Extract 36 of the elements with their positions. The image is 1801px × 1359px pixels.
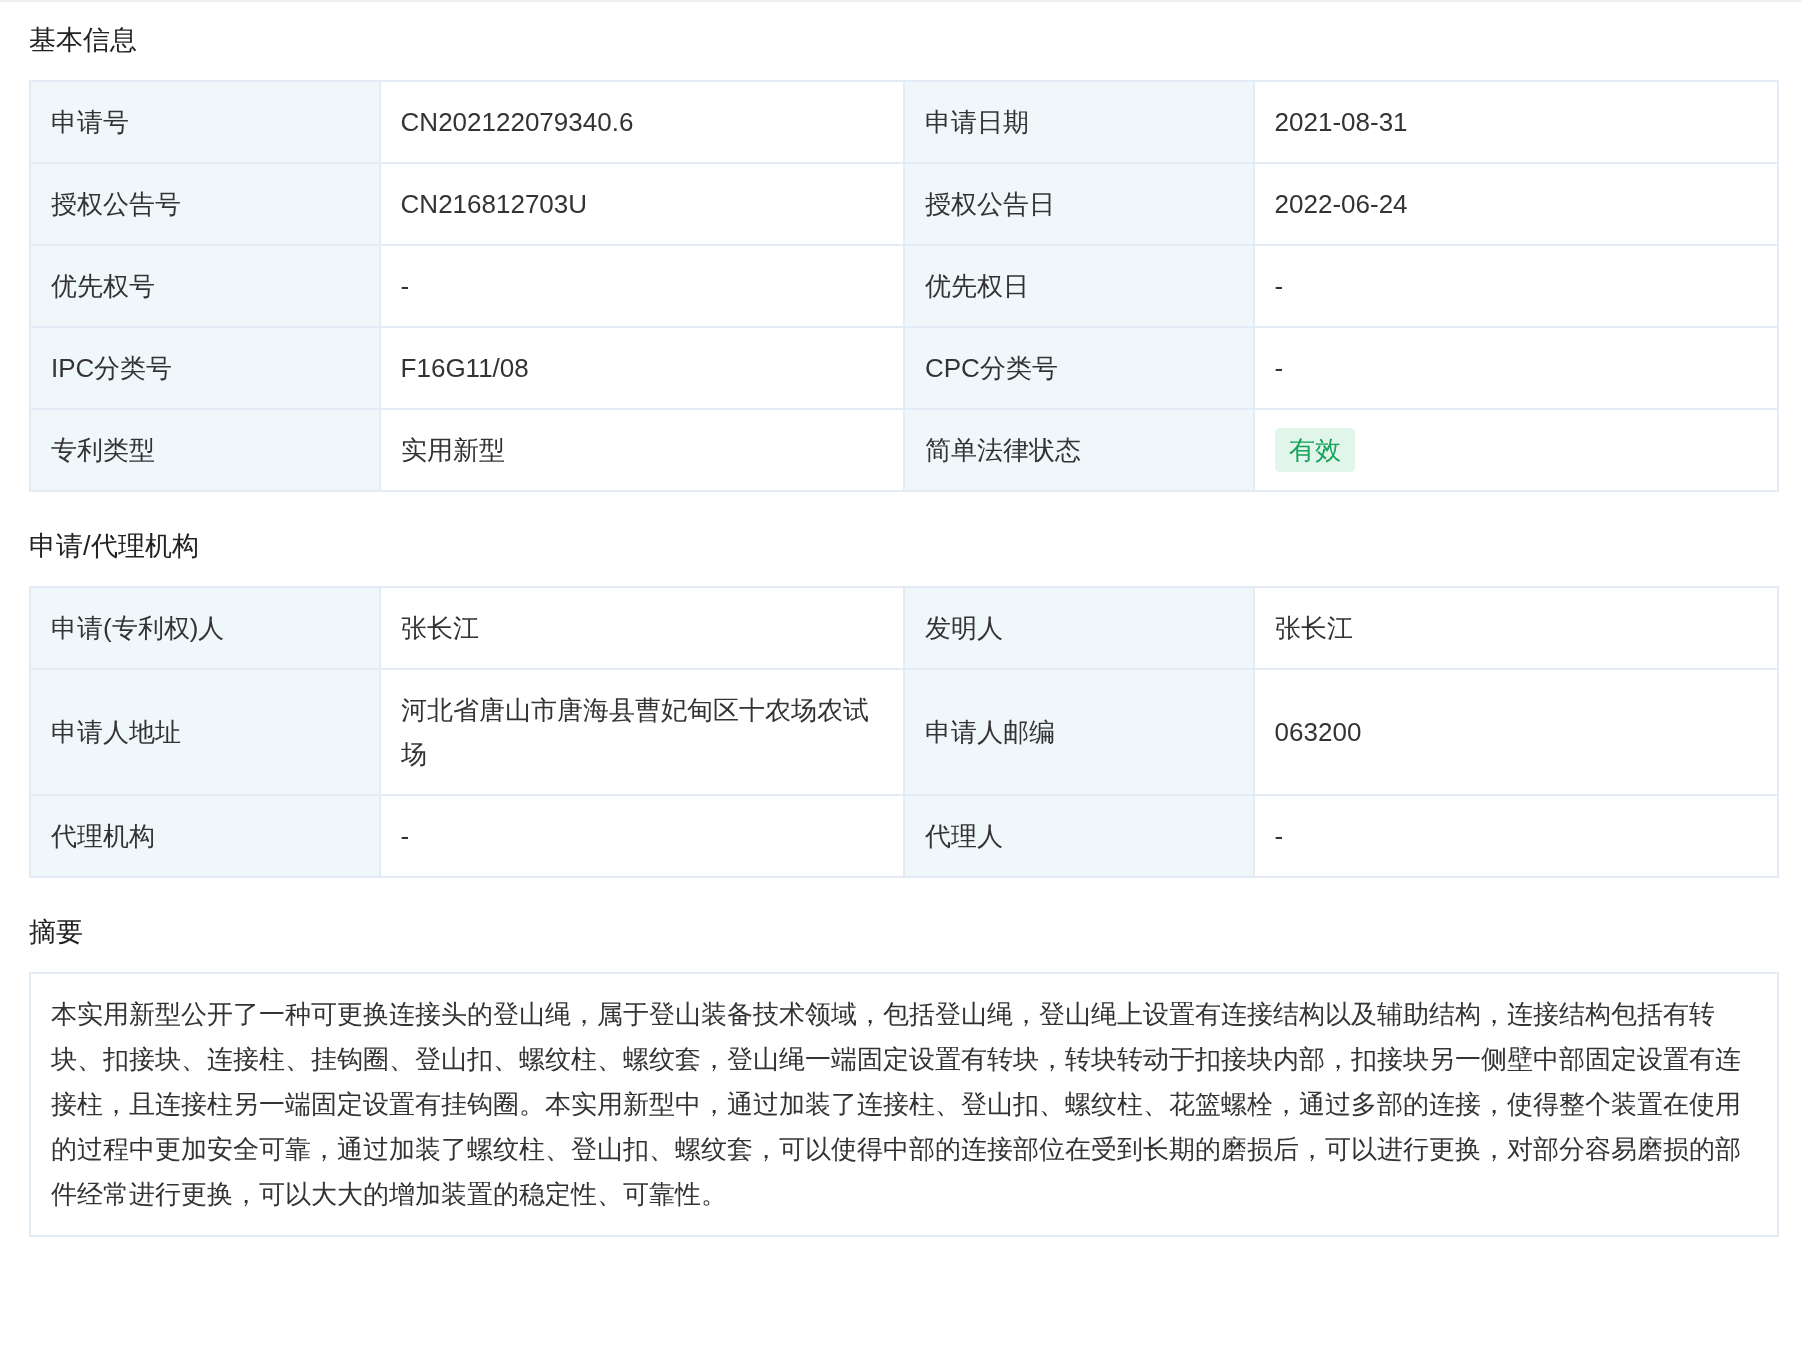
field-label: 简单法律状态	[904, 409, 1254, 491]
field-label: 专利类型	[30, 409, 380, 491]
abstract-text: 本实用新型公开了一种可更换连接头的登山绳，属于登山装备技术领域，包括登山绳，登山绳上设置有连接结构以及辅助结构，连接结构包括有转块、扣接块、连接柱、挂钩圈、登山扣、螺纹柱、螺纹套，登山绳一端固定设置有转块，转块转动于扣接块内部，扣接块另一侧壁中部固定设置有连接柱，且连接柱另一端固定设置有挂钩圈。本实用新型中，通过加装了连接柱、登山扣、螺纹柱、花篮螺栓，通过多部的连接，使得整个装置在使用的过程中更加安全可靠，通过加装了螺纹柱、登山扣、螺纹套，可以使得中部的连接部位在受到长期的磨损后，可以进行更换，对部分容易磨损的部件经常进行更换，可以大大的增加装置的稳定性、可靠性。	[29, 972, 1779, 1237]
field-label: 申请(专利权)人	[30, 587, 380, 669]
field-label: IPC分类号	[30, 327, 380, 409]
field-value: CN202122079340.6	[379, 81, 904, 163]
field-label: 申请人地址	[30, 669, 380, 795]
field-value: 河北省唐山市唐海县曹妃甸区十农场农试场	[379, 669, 904, 795]
field-value: -	[1253, 327, 1778, 409]
status-tag: 有效	[1274, 428, 1355, 472]
section-title: 基本信息	[29, 24, 138, 57]
field-value: 张长江	[379, 587, 904, 669]
field-value: 063200	[1253, 669, 1778, 795]
field-label: CPC分类号	[904, 327, 1254, 409]
section-title: 摘要	[29, 916, 84, 949]
field-value: CN216812703U	[379, 163, 904, 245]
field-value: 2021-08-31	[1253, 81, 1778, 163]
field-label: 授权公告号	[30, 163, 380, 245]
field-value: -	[1253, 245, 1778, 327]
field-value: -	[1253, 795, 1778, 877]
field-label: 授权公告日	[904, 163, 1254, 245]
field-label: 申请号	[30, 81, 380, 163]
field-label: 代理人	[904, 795, 1254, 877]
field-value: 实用新型	[379, 409, 904, 491]
field-label: 优先权号	[30, 245, 380, 327]
field-value: -	[379, 795, 904, 877]
field-value: F16G11/08	[379, 327, 904, 409]
field-value: -	[379, 245, 904, 327]
field-label: 申请人邮编	[904, 669, 1254, 795]
field-value: 张长江	[1253, 587, 1778, 669]
section-title: 申请/代理机构	[29, 530, 200, 563]
field-label: 代理机构	[30, 795, 380, 877]
field-label: 发明人	[904, 587, 1254, 669]
field-value: 2022-06-24	[1253, 163, 1778, 245]
field-label: 优先权日	[904, 245, 1254, 327]
field-label: 申请日期	[904, 81, 1254, 163]
